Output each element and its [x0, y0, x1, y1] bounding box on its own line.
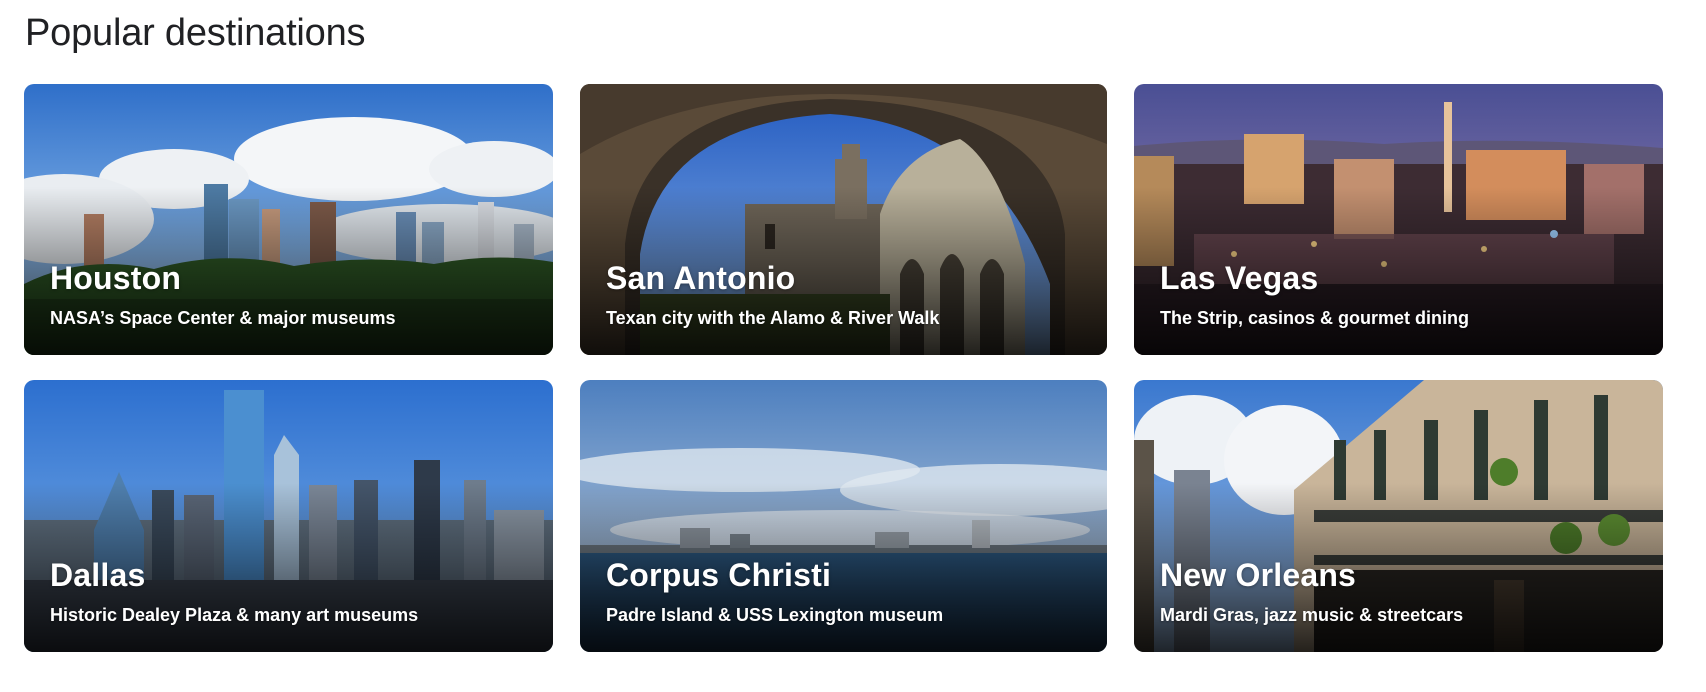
- destination-description: The Strip, casinos & gourmet dining: [1160, 308, 1470, 328]
- destination-name: Houston: [50, 260, 182, 296]
- destination-name: Dallas: [50, 557, 146, 593]
- section-title: Popular destinations: [25, 12, 366, 54]
- destination-card-san-antonio[interactable]: San Antonio Texan city with the Alamo & …: [580, 84, 1107, 355]
- destinations-grid: Houston NASA’s Space Center & major muse…: [24, 84, 1663, 652]
- destination-name: Las Vegas: [1160, 260, 1319, 296]
- destination-card-new-orleans[interactable]: New Orleans Mardi Gras, jazz music & str…: [1134, 380, 1663, 652]
- destination-name: New Orleans: [1160, 557, 1357, 593]
- destination-card-dallas[interactable]: Dallas Historic Dealey Plaza & many art …: [24, 380, 553, 652]
- destination-name: San Antonio: [606, 260, 796, 296]
- destination-card-corpus-christi[interactable]: Corpus Christi Padre Island & USS Lexing…: [580, 380, 1107, 652]
- destination-description: Mardi Gras, jazz music & streetcars: [1160, 605, 1464, 625]
- destination-description: Texan city with the Alamo & River Walk: [606, 308, 940, 328]
- destination-description: Historic Dealey Plaza & many art museums: [50, 605, 419, 625]
- destination-name: Corpus Christi: [606, 557, 832, 593]
- destination-description: Padre Island & USS Lexington museum: [606, 605, 944, 625]
- destination-description: NASA’s Space Center & major museums: [50, 308, 396, 328]
- destination-card-las-vegas[interactable]: Las Vegas The Strip, casinos & gourmet d…: [1134, 84, 1663, 355]
- destination-card-houston[interactable]: Houston NASA’s Space Center & major muse…: [24, 84, 553, 355]
- popular-destinations-section: Popular destinations Houston NASA’s Spac…: [0, 0, 1706, 692]
